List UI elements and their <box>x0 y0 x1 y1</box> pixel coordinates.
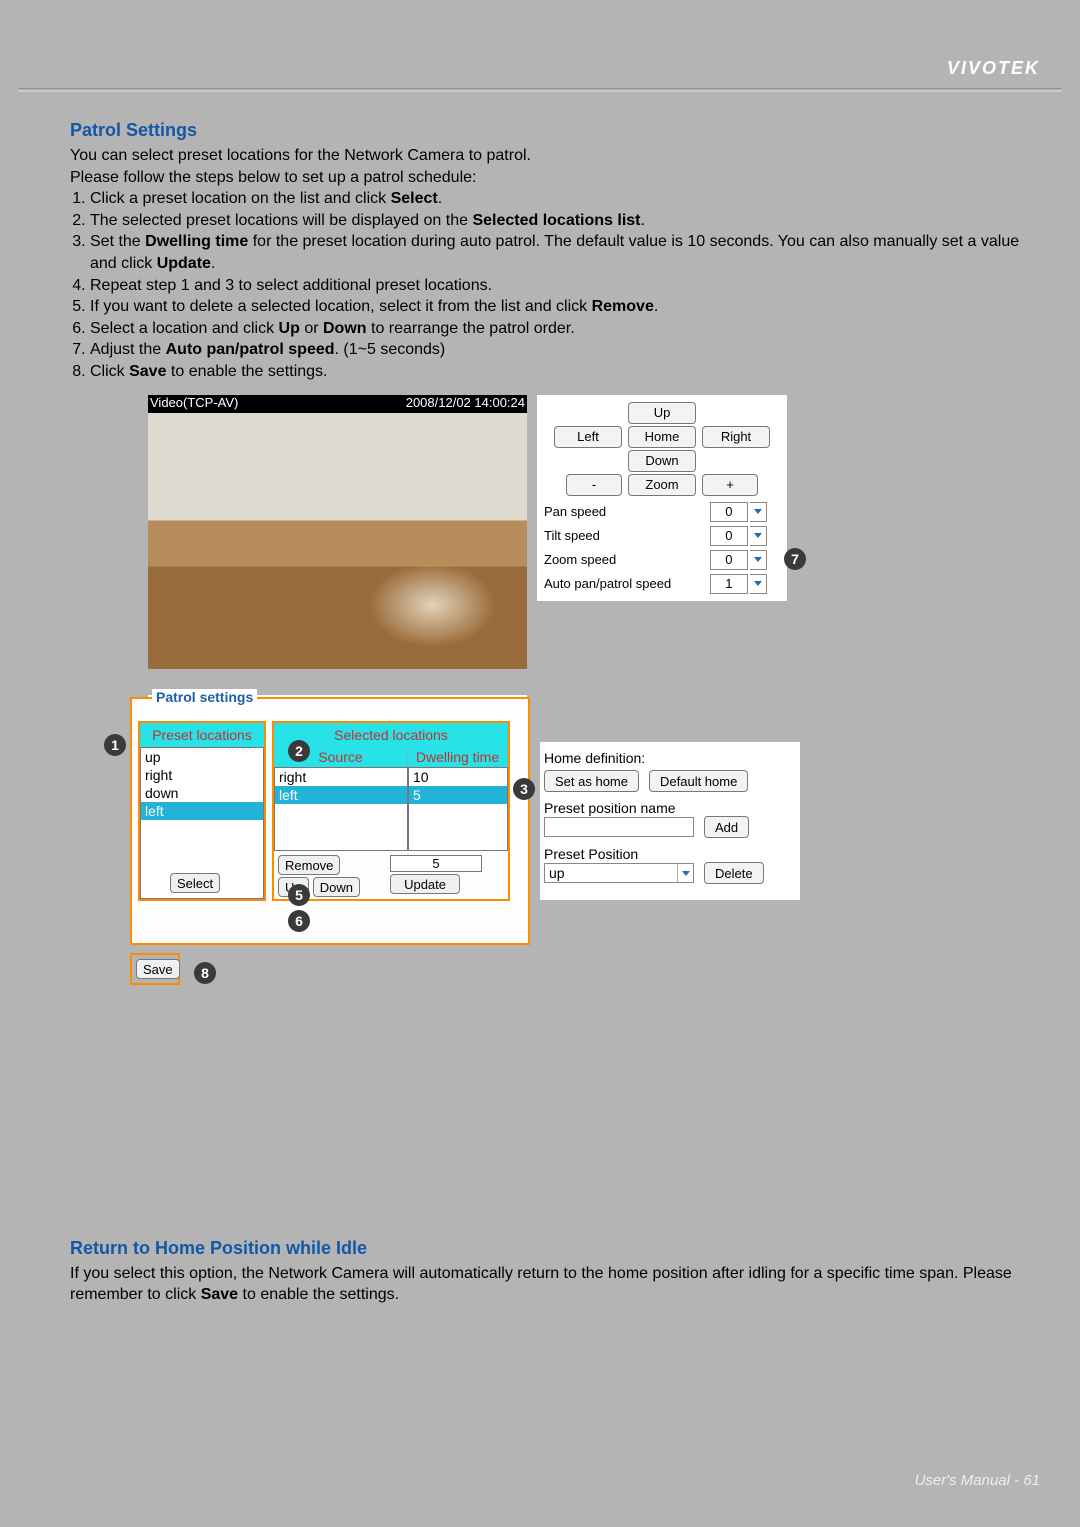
video-titlebar: Video(TCP-AV) 2008/12/02 14:00:24 <box>148 395 527 413</box>
update-button[interactable]: Update <box>390 874 460 894</box>
chevron-down-icon <box>750 502 767 522</box>
zoom-speed-label: Zoom speed <box>538 548 704 572</box>
down-button[interactable]: Down <box>313 877 360 897</box>
patrol-settings-panel: Patrol settings Preset locations up righ… <box>130 697 530 945</box>
video-preview[interactable] <box>148 413 527 669</box>
default-home-button[interactable]: Default home <box>649 770 748 792</box>
ptz-up-button[interactable]: Up <box>628 402 696 424</box>
table-row[interactable]: 5 <box>409 786 507 804</box>
pan-speed-select[interactable]: 0 <box>710 502 780 522</box>
callout-8: 8 <box>194 962 216 984</box>
list-item[interactable]: down <box>141 784 263 802</box>
add-button[interactable]: Add <box>704 816 749 838</box>
step-3: Set the Dwelling time for the preset loc… <box>90 231 1040 274</box>
selected-dwelling-list[interactable]: 10 5 <box>408 767 508 851</box>
brand-label: VIVOTEK <box>947 58 1040 79</box>
pan-speed-label: Pan speed <box>538 500 704 524</box>
list-item[interactable]: up <box>141 748 263 766</box>
header-divider <box>18 88 1062 92</box>
step-8: Click Save to enable the settings. <box>90 361 1040 383</box>
ptz-panel: Up Left Home Right Down - Zoom + Pan spe… <box>537 395 787 601</box>
chevron-down-icon <box>750 574 767 594</box>
video-timestamp: 2008/12/02 14:00:24 <box>406 395 525 413</box>
table-row[interactable]: left <box>275 786 407 804</box>
video-stream-label: Video(TCP-AV) <box>150 395 238 413</box>
step-5: If you want to delete a selected locatio… <box>90 296 1040 318</box>
list-item[interactable]: left <box>141 802 263 820</box>
callout-1: 1 <box>104 734 126 756</box>
zoom-speed-select[interactable]: 0 <box>710 550 780 570</box>
chevron-down-icon <box>750 550 767 570</box>
zoom-out-button[interactable]: - <box>566 474 622 496</box>
table-row[interactable]: 10 <box>409 768 507 786</box>
callout-6: 6 <box>288 910 310 932</box>
set-as-home-button[interactable]: Set as home <box>544 770 639 792</box>
callout-5: 5 <box>288 884 310 906</box>
tilt-speed-label: Tilt speed <box>538 524 704 548</box>
preset-name-input[interactable] <box>544 817 694 837</box>
dwelling-input[interactable] <box>390 855 482 872</box>
home-definition-label: Home definition: <box>544 750 796 766</box>
auto-speed-select[interactable]: 1 <box>710 574 780 594</box>
delete-button[interactable]: Delete <box>704 862 764 884</box>
return-home-body: If you select this option, the Network C… <box>70 1263 1040 1306</box>
step-4: Repeat step 1 and 3 to select additional… <box>90 275 1040 297</box>
step-2: The selected preset locations will be di… <box>90 210 1040 232</box>
step-7: Adjust the Auto pan/patrol speed. (1~5 s… <box>90 339 1040 361</box>
step-1: Click a preset location on the list and … <box>90 188 1040 210</box>
zoom-in-button[interactable]: + <box>702 474 758 496</box>
preset-name-label: Preset position name <box>544 800 796 816</box>
selected-locations-header: Selected locations <box>274 723 508 747</box>
zoom-label-button[interactable]: Zoom <box>628 474 696 496</box>
ptz-right-button[interactable]: Right <box>702 426 770 448</box>
intro-line2: Please follow the steps below to set up … <box>70 167 1040 189</box>
ptz-home-button[interactable]: Home <box>628 426 696 448</box>
ptz-down-button[interactable]: Down <box>628 450 696 472</box>
section-title-patrol: Patrol Settings <box>70 120 1040 141</box>
footer: User's Manual - 61 <box>915 1472 1040 1489</box>
preset-locations-header: Preset locations <box>140 723 264 747</box>
list-item[interactable]: right <box>141 766 263 784</box>
auto-speed-label: Auto pan/patrol speed <box>538 572 704 596</box>
home-definition-panel: Home definition: Set as home Default hom… <box>540 742 800 900</box>
callout-2: 2 <box>288 740 310 762</box>
dwelling-header: Dwelling time <box>408 747 508 767</box>
tilt-speed-select[interactable]: 0 <box>710 526 780 546</box>
chevron-down-icon <box>677 864 693 882</box>
save-button[interactable]: Save <box>136 959 180 979</box>
callout-3: 3 <box>513 778 535 800</box>
table-row[interactable]: right <box>275 768 407 786</box>
step-6: Select a location and click Up or Down t… <box>90 318 1040 340</box>
intro-line1: You can select preset locations for the … <box>70 145 1040 167</box>
patrol-legend: Patrol settings <box>152 689 257 705</box>
callout-7: 7 <box>784 548 806 570</box>
ptz-left-button[interactable]: Left <box>554 426 622 448</box>
preset-position-select[interactable]: up <box>544 863 694 883</box>
select-button[interactable]: Select <box>170 873 220 893</box>
preset-position-label: Preset Position <box>544 846 796 862</box>
chevron-down-icon <box>750 526 767 546</box>
remove-button[interactable]: Remove <box>278 855 340 875</box>
section-title-return-home: Return to Home Position while Idle <box>70 1238 1040 1259</box>
selected-source-list[interactable]: right left <box>274 767 408 851</box>
